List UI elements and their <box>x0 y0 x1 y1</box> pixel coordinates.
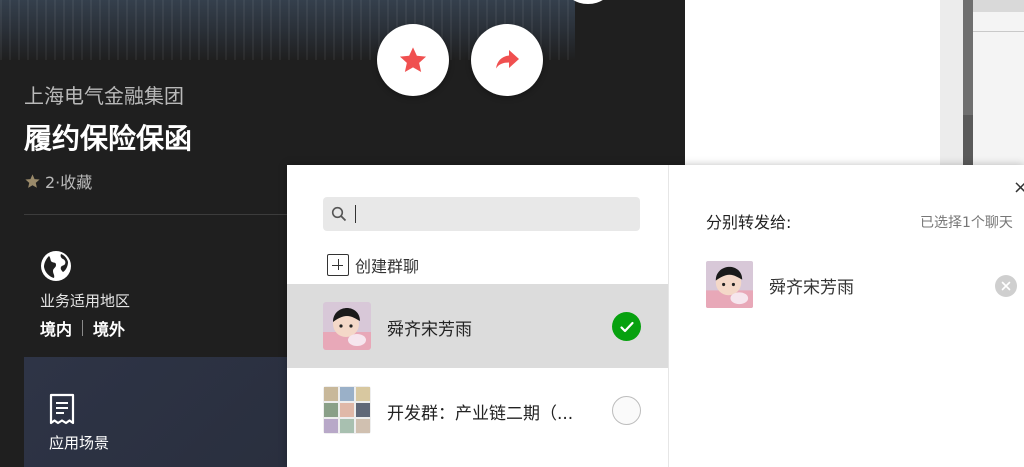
favorite-button[interactable] <box>377 24 449 96</box>
star-icon <box>399 47 427 72</box>
company-name: 上海电气金融集团 <box>24 84 184 108</box>
region-domestic: 境内 <box>40 320 73 339</box>
unselected-circle-icon[interactable] <box>612 396 641 425</box>
share-icon <box>496 50 519 69</box>
selected-item: 舜齐宋芳雨 <box>706 261 1006 309</box>
background-window-bar <box>973 0 1024 12</box>
selected-item-name: 舜齐宋芳雨 <box>769 278 854 298</box>
favorites-count: 2·收藏 <box>24 169 92 193</box>
remove-selected-button[interactable] <box>995 275 1017 297</box>
contact-name: 舜齐宋芳雨 <box>387 320 472 340</box>
region-values: 境内 境外 <box>40 316 125 340</box>
send-to-label: 分别转发给: <box>706 213 792 232</box>
screen: 上海电气金融集团 履约保险保函 2·收藏 业务适用地区 境内 境外 应用场景 创… <box>0 0 1024 467</box>
contact-name: 开发群：产业链二期（... <box>387 404 574 424</box>
receipt-icon <box>49 393 75 425</box>
search-input[interactable] <box>353 201 633 227</box>
selected-count: 已选择1个聊天 <box>920 215 1013 231</box>
contact-item[interactable]: 开发群：产业链二期（... <box>287 368 668 452</box>
background-window-divider <box>973 31 1024 32</box>
selected-check-icon[interactable] <box>612 312 641 341</box>
search-icon <box>331 206 347 222</box>
add-icon <box>327 254 349 276</box>
search-box[interactable] <box>323 197 640 231</box>
share-dialog: 创建群聊 舜齐宋芳雨 开发群：产业链二期（... × 分别转发给: 已选择1个聊… <box>287 165 1024 467</box>
share-button[interactable] <box>471 24 543 96</box>
selected-panel: × 分别转发给: 已选择1个聊天 舜齐宋芳雨 <box>669 165 1024 467</box>
region-overseas: 境外 <box>93 320 126 339</box>
contact-item[interactable]: 舜齐宋芳雨 <box>287 284 668 368</box>
remove-icon <box>1001 281 1011 291</box>
region-separator <box>82 320 84 336</box>
create-group-label: 创建群聊 <box>355 257 420 276</box>
avatar <box>323 302 371 350</box>
globe-icon <box>41 251 71 281</box>
star-small-icon <box>25 173 40 188</box>
contact-picker: 创建群聊 舜齐宋芳雨 开发群：产业链二期（... <box>287 165 669 467</box>
favorites-text: 2·收藏 <box>45 173 93 192</box>
product-title: 履约保险保函 <box>24 122 193 155</box>
group-avatar <box>323 386 371 434</box>
scene-label: 应用场景 <box>49 434 110 452</box>
region-label: 业务适用地区 <box>40 292 131 310</box>
avatar <box>706 261 753 308</box>
text-caret <box>355 205 356 223</box>
create-group-button[interactable]: 创建群聊 <box>327 253 419 277</box>
close-icon[interactable]: × <box>1013 177 1024 198</box>
